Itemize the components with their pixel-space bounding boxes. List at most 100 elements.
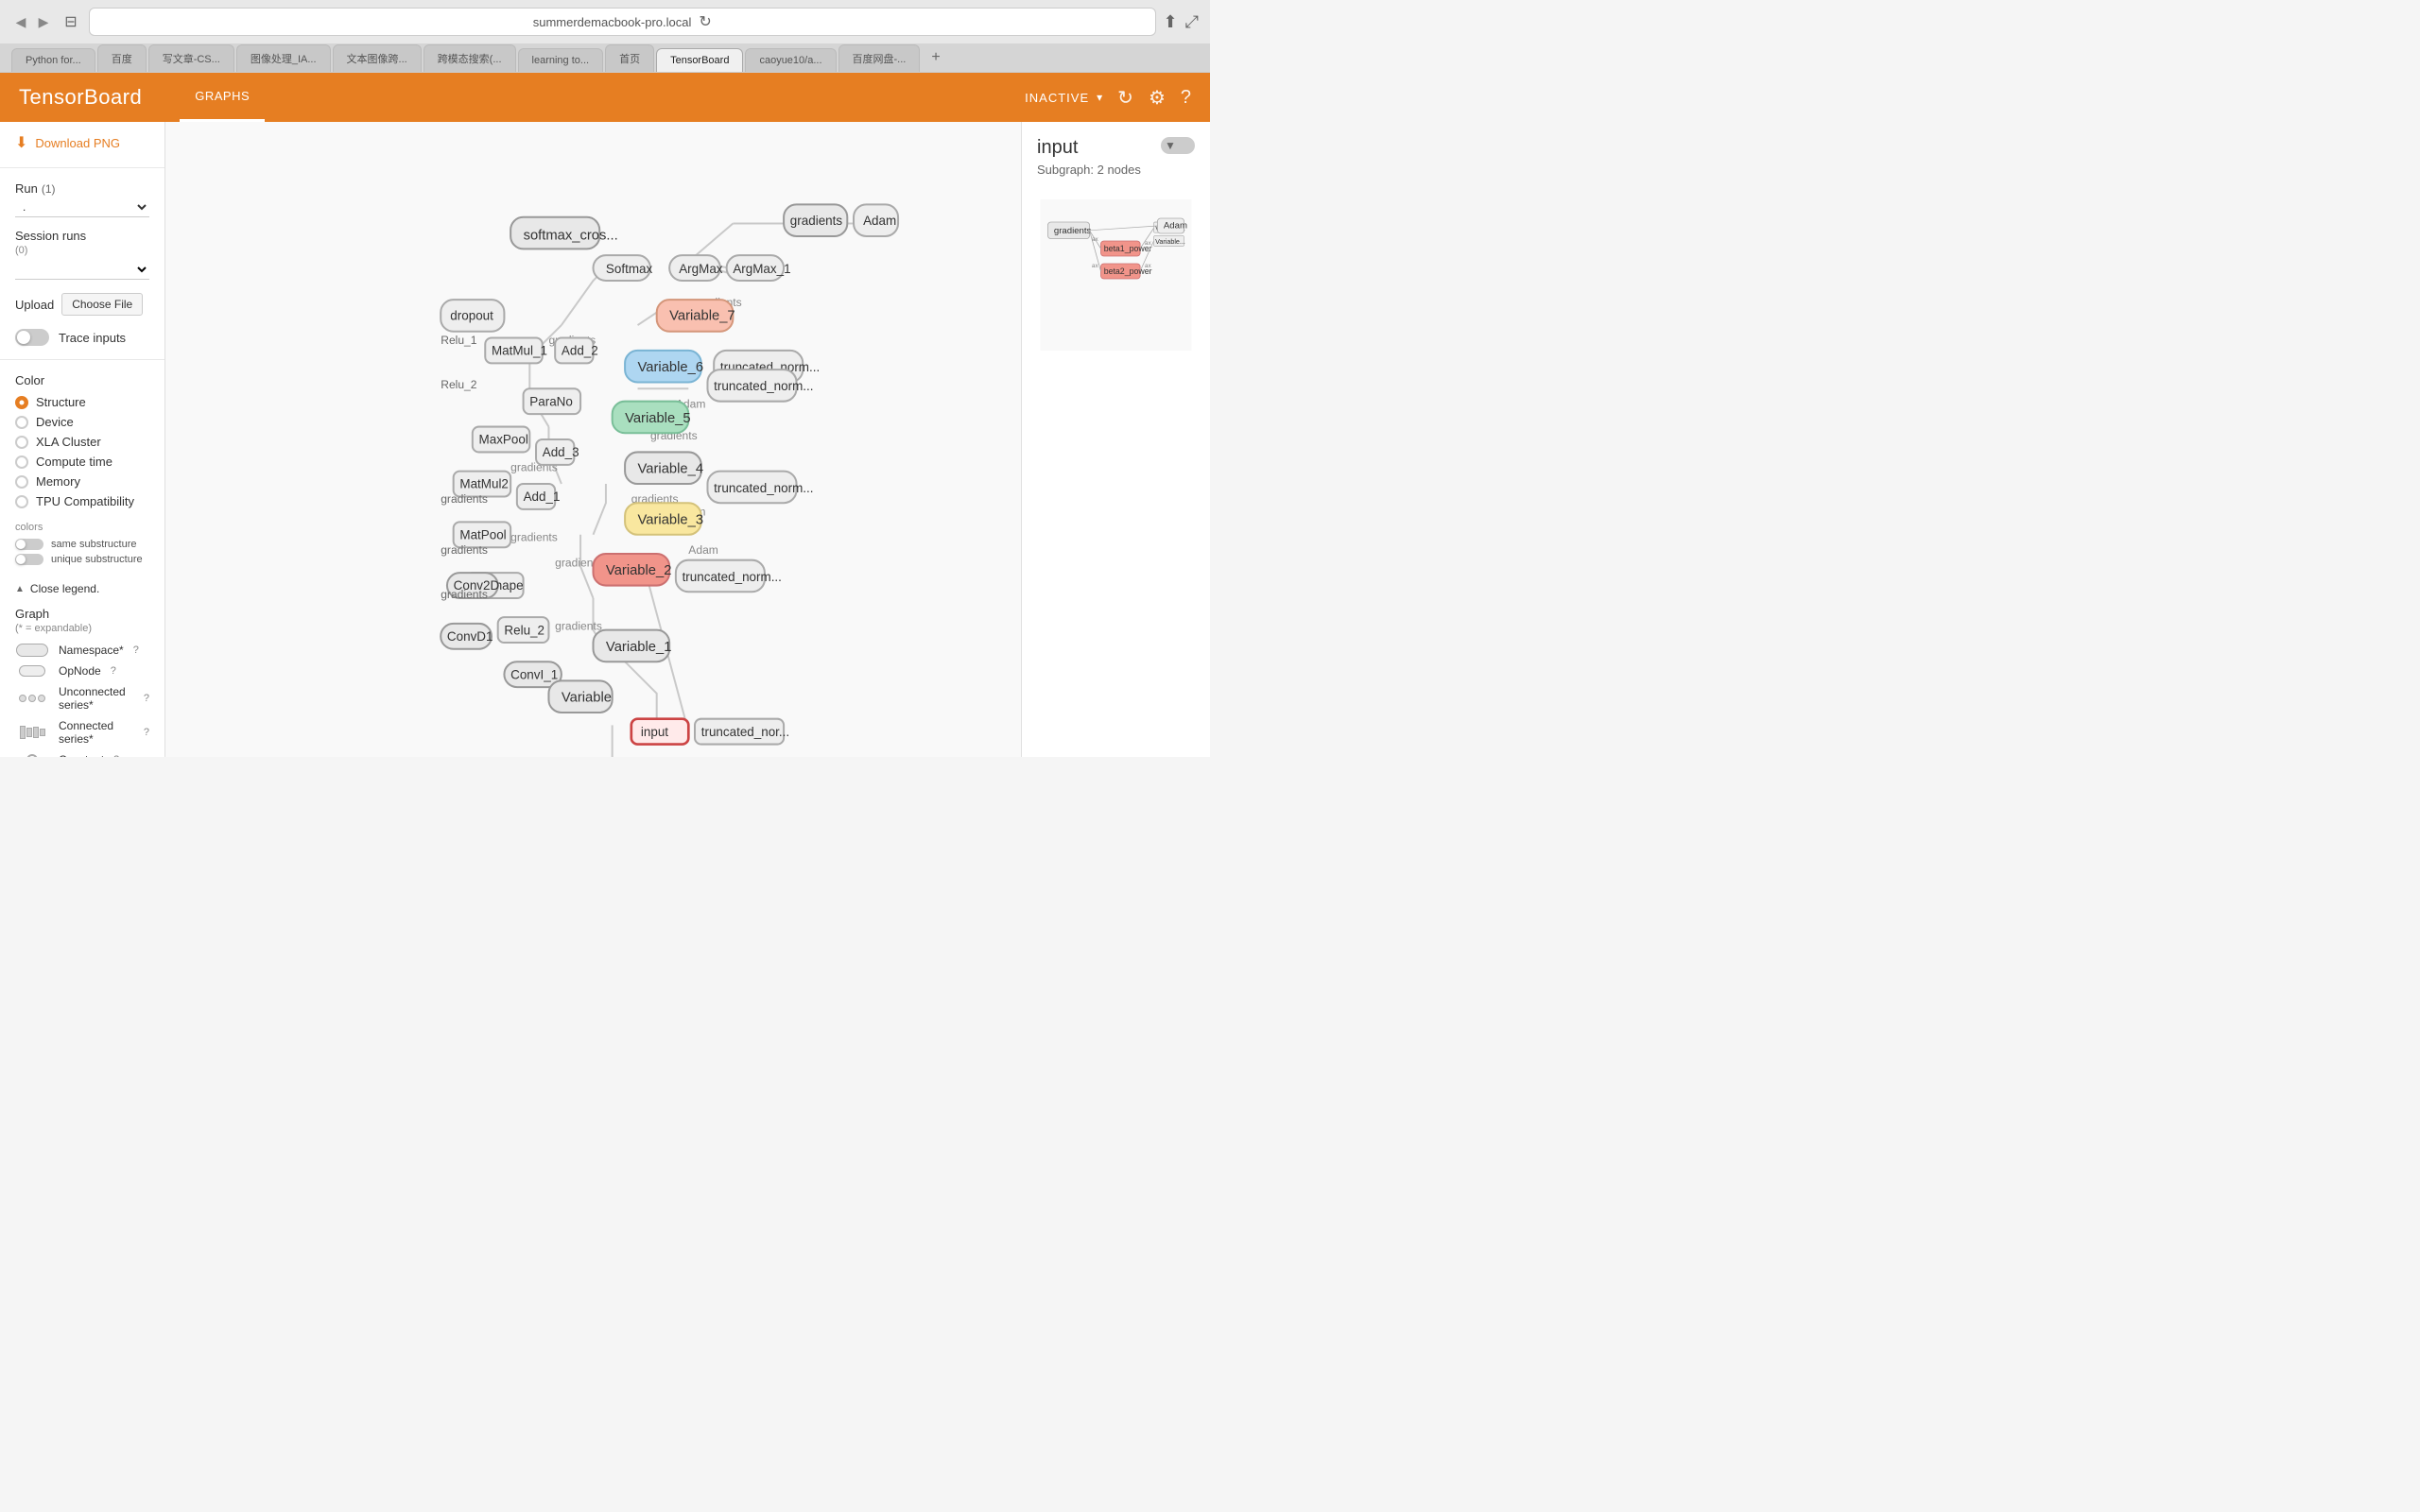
url-bar[interactable]: summerdemacbook-pro.local ↻ [89,8,1156,36]
download-png-button[interactable]: ⬇ Download PNG [0,122,164,160]
svg-text:Adam: Adam [1164,220,1187,231]
node-add3[interactable]: Add_3 [536,439,579,465]
session-select[interactable] [15,260,149,280]
constant-icon [15,754,49,757]
share-button[interactable]: ⬆ [1164,12,1178,32]
connected-help-icon[interactable]: ? [144,727,149,738]
node-adam[interactable]: Adam [854,204,898,236]
node-variable5[interactable]: Variable_5 [613,402,691,434]
color-compute[interactable]: Compute time [15,455,149,469]
node-truncated-bottom[interactable]: truncated_nor... [695,719,789,745]
color-structure[interactable]: Structure [15,395,149,409]
sidebar-toggle-button[interactable]: ⊟ [60,11,81,32]
node-parano[interactable]: ParaNo [524,388,580,414]
trace-inputs-row: Trace inputs [0,323,164,352]
node-input[interactable]: input [631,719,688,745]
svg-text:gradients: gradients [510,531,558,544]
node-variable1[interactable]: Variable_1 [594,630,672,662]
colors-swatches: colors same substructure unique substruc… [0,514,164,576]
run-select[interactable]: . [15,198,149,217]
reload-button[interactable]: ↻ [699,12,711,31]
constant-help-icon[interactable]: ? [113,754,119,757]
opnode-help-icon[interactable]: ? [111,665,116,677]
graph-legend-subtitle: (* = expandable) [15,623,149,634]
node-dropout[interactable]: dropout [441,300,504,332]
svg-text:Adam: Adam [863,214,896,228]
node-add1[interactable]: Add_1 [517,484,561,509]
namespace-label: Namespace* [59,644,124,657]
status-text: INACTIVE [1025,91,1089,105]
namespace-help-icon[interactable]: ? [133,644,139,656]
unique-substructure-label: unique substructure [51,554,143,565]
svg-text:gradients: gradients [441,588,488,601]
tab-cross[interactable]: 跨模态搜索(... [424,44,516,72]
tab-baidupan[interactable]: 百度网盘-... [838,44,921,72]
radio-memory-label: Memory [36,474,80,489]
color-memory[interactable]: Memory [15,474,149,489]
back-button[interactable]: ◀ [11,12,30,31]
radio-structure [15,396,28,409]
svg-text:ax: ax [1145,240,1152,247]
tab-home[interactable]: 首页 [605,44,654,72]
node-relu2[interactable]: Relu_2 [498,617,549,643]
color-xla[interactable]: XLA Cluster [15,435,149,449]
new-tab-button[interactable]: + [922,43,949,72]
run-section: Run (1) . [0,176,164,223]
namespace-icon [15,644,49,657]
node-softmax-op[interactable]: Softmax [594,255,653,281]
node-variable7[interactable]: Variable_7 [657,300,735,332]
reload-icon[interactable]: ↻ [1117,86,1133,110]
graph-area[interactable]: gradients gradients gradients gradients … [165,122,1021,757]
node-variable[interactable]: Variable [548,680,612,713]
node-add2[interactable]: Add_2 [555,337,598,363]
svg-text:Softmax: Softmax [606,262,653,276]
right-panel-toggle[interactable]: ▼ [1161,137,1195,154]
node-variable2[interactable]: Variable_2 [594,554,672,586]
forward-button[interactable]: ▶ [34,12,53,31]
trace-inputs-toggle[interactable] [15,329,49,346]
choose-file-button[interactable]: Choose File [61,293,143,316]
node-gradients[interactable]: gradients [784,204,847,236]
color-device[interactable]: Device [15,415,149,429]
status-dropdown[interactable]: ▾ [1097,91,1102,104]
svg-text:truncated_norm...: truncated_norm... [683,570,782,584]
graph-canvas[interactable]: gradients gradients gradients gradients … [165,122,1021,757]
node-variable6[interactable]: Variable_6 [625,351,703,383]
trace-inputs-label: Trace inputs [59,331,126,345]
legend-toggle-button[interactable]: ▲ Close legend. [0,576,164,601]
tab-text[interactable]: 文本图像跨... [333,44,422,72]
tab-tensorboard[interactable]: TensorBoard [656,48,743,72]
node-matmul1[interactable]: MatMul_1 [485,337,547,363]
sidebar: ⬇ Download PNG Run (1) . Session runs (0 [0,122,165,757]
node-variable4[interactable]: Variable_4 [625,452,703,484]
color-tpu[interactable]: TPU Compatibility [15,494,149,508]
svg-text:MatPool: MatPool [459,528,506,542]
svg-text:Variable_4: Variable_4 [638,462,704,477]
svg-text:ParaNo: ParaNo [529,394,573,408]
legend-namespace: Namespace* ? [15,644,149,657]
fullscreen-button[interactable]: ⤢ [1185,12,1199,32]
tab-learning[interactable]: learning to... [518,48,604,72]
tab-write[interactable]: 写文章-CS... [148,44,234,72]
run-label: Run [15,181,38,196]
tab-baidu[interactable]: 百度 [97,44,147,72]
svg-text:ConvI_1: ConvI_1 [510,667,558,681]
svg-text:ArgMax: ArgMax [679,262,723,276]
svg-text:gradients: gradients [555,620,602,633]
upload-row: Upload Choose File [15,293,149,316]
right-panel-graph: gradients beta1_power beta2_power Variab… [1037,199,1195,351]
node-variable3[interactable]: Variable_3 [625,503,703,535]
tab-image[interactable]: 图像处理_IA... [236,44,331,72]
tab-caoyue[interactable]: caoyue10/a... [745,48,836,72]
svg-text:ax: ax [1145,263,1152,269]
help-icon[interactable]: ? [1181,87,1191,109]
settings-icon[interactable]: ⚙ [1149,86,1166,110]
node-argmax[interactable]: ArgMax [669,255,723,281]
tab-python[interactable]: Python for... [11,48,95,72]
svg-text:softmax_cros...: softmax_cros... [524,228,618,243]
unconnected-help-icon[interactable]: ? [144,693,149,704]
node-convd1[interactable]: ConvD1 [441,624,493,649]
node-argmax1[interactable]: ArgMax_1 [727,255,791,281]
nav-graphs[interactable]: GRAPHS [180,73,265,122]
node-maxpool[interactable]: MaxPool [473,427,529,453]
